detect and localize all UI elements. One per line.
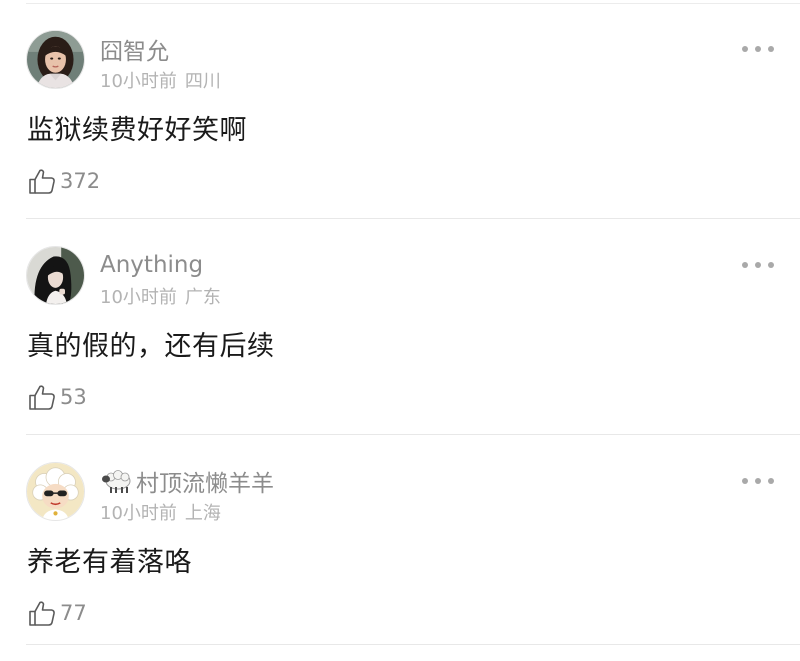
user-avatar[interactable] (26, 246, 85, 305)
comment-meta: 10小时前 广东 (100, 283, 221, 309)
comment-text: 监狱续费好好笑啊 (27, 115, 247, 146)
user-avatar[interactable] (26, 30, 85, 89)
woman-portrait-avatar-icon (27, 31, 84, 88)
like-count: 372 (60, 169, 101, 193)
comment-item: 村顶流懒羊羊 10小时前 上海 养老有着落咯 77 (0, 435, 800, 651)
sheep-emoji-icon (100, 466, 134, 496)
like-count: 77 (60, 601, 87, 625)
comment-time: 10小时前 (100, 71, 177, 92)
username-row: Anything (100, 249, 203, 281)
username[interactable]: 囧智允 (100, 32, 169, 66)
thumbs-up-icon (27, 166, 57, 196)
comment-time: 10小时前 (100, 503, 177, 524)
like-button[interactable]: 53 (27, 377, 87, 417)
more-options-icon[interactable] (742, 473, 774, 489)
comment-item: 囧智允 10小时前 四川 监狱续费好好笑啊 372 (0, 3, 800, 219)
thumbs-up-icon (27, 598, 57, 628)
comment-location: 广东 (184, 287, 221, 308)
comment-divider (26, 644, 800, 645)
cartoon-sheep-avatar-icon (27, 463, 84, 520)
comment-location: 四川 (184, 71, 221, 92)
username[interactable]: 村顶流懒羊羊 (136, 464, 274, 498)
comment-text: 养老有着落咯 (27, 547, 192, 578)
like-button[interactable]: 77 (27, 593, 87, 633)
like-count: 53 (60, 385, 87, 409)
more-options-icon[interactable] (742, 41, 774, 57)
comment-text: 真的假的，还有后续 (27, 331, 275, 362)
comment-meta: 10小时前 四川 (100, 67, 221, 93)
dark-hair-portrait-avatar-icon (27, 247, 84, 304)
comment-meta: 10小时前 上海 (100, 499, 221, 525)
like-button[interactable]: 372 (27, 161, 100, 201)
username[interactable]: Anything (100, 252, 203, 278)
more-options-icon[interactable] (742, 257, 774, 273)
comment-time: 10小时前 (100, 287, 177, 308)
username-row: 囧智允 (100, 33, 169, 65)
comment-location: 上海 (184, 503, 221, 524)
user-avatar[interactable] (26, 462, 85, 521)
comment-item: Anything 10小时前 广东 真的假的，还有后续 53 (0, 219, 800, 435)
thumbs-up-icon (27, 382, 57, 412)
username-row: 村顶流懒羊羊 (100, 465, 274, 497)
